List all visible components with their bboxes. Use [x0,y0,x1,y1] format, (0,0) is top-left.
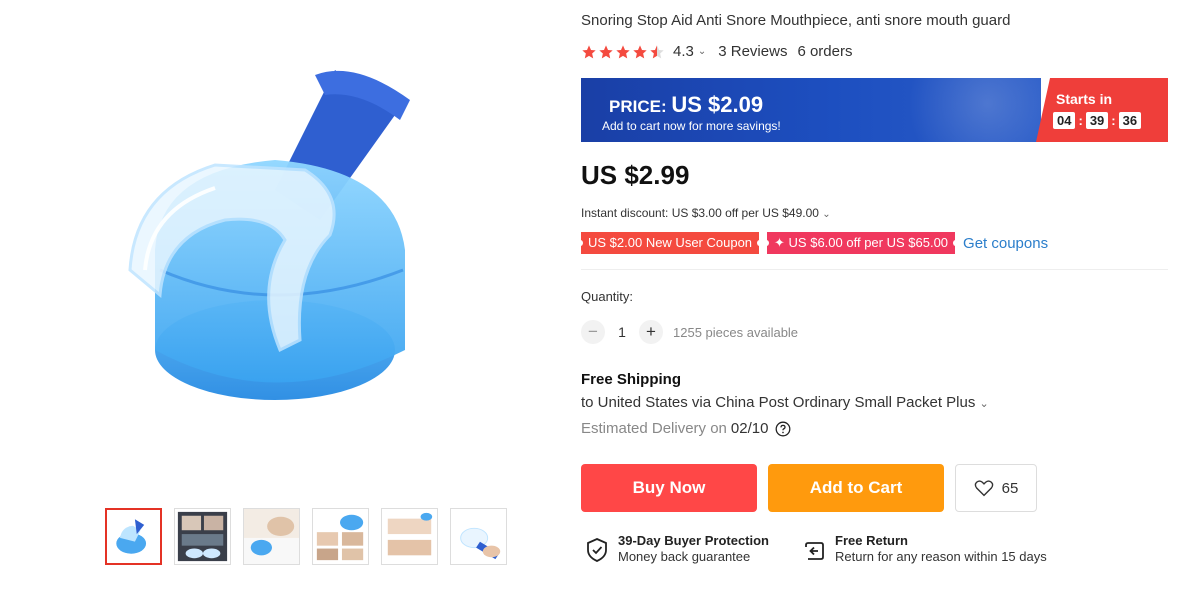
protection-subtitle: Money back guarantee [618,549,751,564]
help-icon[interactable] [775,421,791,437]
price-banner: PRICE: US $2.09 Add to cart now for more… [581,78,1168,142]
shipping-method[interactable]: to United States via China Post Ordinary… [581,394,989,411]
main-product-image[interactable] [105,20,505,460]
wishlist-count: 65 [1001,479,1019,497]
star-icon [633,44,647,58]
half-star-icon [650,44,664,58]
thumbnail-3[interactable] [243,508,300,565]
banner-subtext: Add to cart now for more savings! [602,119,781,133]
estimated-delivery: Estimated Delivery on 02/10 [581,420,791,437]
thumbnail-5[interactable] [381,508,438,565]
protection-title: 39-Day Buyer Protection [618,533,769,548]
mouthguard-image [128,70,410,400]
plus-icon: ✦ [774,235,789,250]
divider [581,269,1168,270]
get-coupons-link[interactable]: Get coupons [963,235,1048,252]
chevron-down-icon[interactable]: ⌄ [698,46,706,57]
store-coupon[interactable]: ✦ US $6.00 off per US $65.00 [764,232,959,254]
buyer-protection: 39-Day Buyer Protection Money back guara… [586,533,769,564]
starts-in-label: Starts in [1056,91,1113,107]
timer-hours: 04 [1053,112,1076,129]
thumbnail-strip [105,508,507,565]
collage-thumb-icon [313,509,368,564]
timer-seconds: 36 [1118,112,1142,129]
pieces-available: 1255 pieces available [673,324,799,340]
delivery-label: Estimated Delivery on [581,420,727,437]
quantity-stepper: − 1 + 1255 pieces available [581,320,798,344]
current-price: US $2.99 [581,160,690,190]
rating-value[interactable]: 4.3 [673,43,694,60]
shipping-title: Free Shipping [581,371,682,388]
thumbnail-2[interactable] [174,508,231,565]
quantity-input[interactable]: 1 [605,324,639,340]
sleeper-thumb-icon [244,509,299,564]
shield-check-icon [587,538,607,562]
countdown-area: Starts in 04 : 39 : 36 [1036,78,1168,142]
box-thumb-icon [177,511,228,562]
buy-now-button[interactable]: Buy Now [581,464,757,512]
thumbnail-6[interactable] [450,508,507,565]
quantity-label: Quantity: [581,289,634,304]
free-return: Free Return Return for any reason within… [803,533,1047,564]
new-user-coupon[interactable]: US $2.00 New User Coupon [577,232,763,254]
reviews-link[interactable]: 3 Reviews [718,43,787,60]
banner-price: PRICE: US $2.09 [609,92,763,118]
decrease-quantity-button[interactable]: − [581,320,605,344]
timer-minutes: 39 [1085,112,1109,129]
add-to-cart-button[interactable]: Add to Cart [768,464,944,512]
chevron-down-icon[interactable]: ⌄ [980,398,989,410]
star-icon [582,44,596,58]
product-thumb-icon [116,519,147,554]
heart-icon [974,480,993,497]
return-icon [805,542,824,560]
couple-thumb-icon [382,509,437,564]
delivery-date: 02/10 [730,420,769,437]
increase-quantity-button[interactable]: + [639,320,663,344]
banner-price-value: US $2.09 [671,92,764,117]
return-subtitle: Return for any reason within 15 days [835,549,1047,564]
countdown-timer: 04 : 39 : 36 [1053,112,1142,129]
orders-count: 6 orders [797,43,853,60]
star-rating [581,44,665,60]
return-title: Free Return [835,533,908,548]
wishlist-button[interactable]: 65 [955,464,1037,512]
star-icon [616,44,630,58]
thumbnail-4[interactable] [312,508,369,565]
thumbnail-1[interactable] [105,508,162,565]
star-icon [599,44,613,58]
coupons-row: US $2.00 New User Coupon ✦ US $6.00 off … [577,232,1048,254]
chevron-down-icon[interactable]: ⌄ [822,209,830,220]
product-title: Snoring Stop Aid Anti Snore Mouthpiece, … [581,12,1011,29]
banner-price-area: PRICE: US $2.09 Add to cart now for more… [581,78,1041,142]
hand-thumb-icon [451,509,506,564]
instant-discount[interactable]: Instant discount: US $3.00 off per US $4… [581,206,831,220]
rating-row: 4.3 ⌄ 3 Reviews 6 orders [581,43,852,60]
price-label: PRICE: [609,97,667,116]
